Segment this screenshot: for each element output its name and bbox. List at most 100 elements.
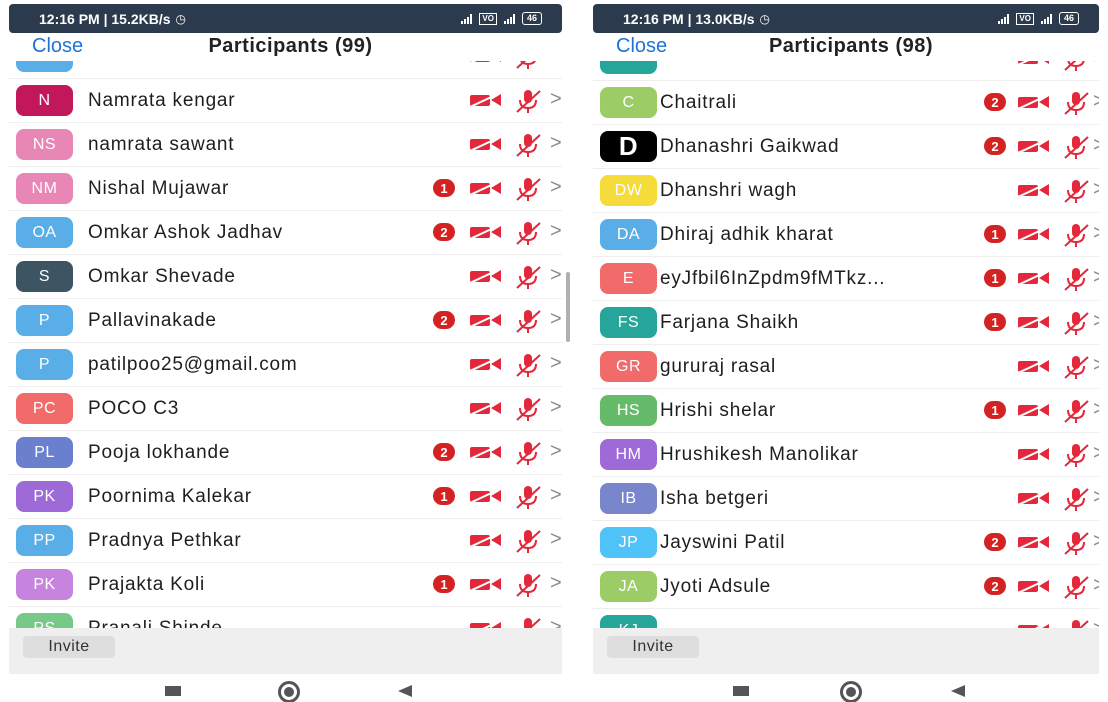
home-icon[interactable]: [840, 681, 862, 702]
participant-row[interactable]: PS Pranali Shinde >: [9, 607, 562, 628]
participant-row[interactable]: PL Pooja lokhande 2 >: [9, 431, 562, 475]
avatar: GR: [600, 351, 657, 382]
video-off-icon: [470, 620, 502, 628]
alarm-icon: ◷: [175, 11, 187, 26]
avatar: HM: [600, 439, 657, 470]
volte-icon: VO: [479, 12, 497, 25]
participant-row[interactable]: EeyJfbil6InZpdm9fMTkz... 1 >: [593, 257, 1099, 301]
participant-row[interactable]: S Omkar Shevade >: [9, 255, 562, 299]
chevron-right-icon[interactable]: >: [1093, 134, 1099, 157]
mic-muted-icon: [515, 440, 541, 466]
video-off-icon: [1017, 446, 1050, 462]
mic-muted-icon: [1063, 310, 1089, 336]
chevron-right-icon[interactable]: >: [1093, 486, 1099, 509]
chevron-right-icon[interactable]: >: [550, 484, 562, 507]
participant-row[interactable]: PK Prajakta Koli 1 >: [9, 563, 562, 607]
participant-row[interactable]: PP Pradnya Pethkar >: [9, 519, 562, 563]
chevron-right-icon[interactable]: >: [550, 220, 562, 243]
invite-button[interactable]: Invite: [607, 636, 699, 658]
participant-name: namrata sawant: [88, 134, 235, 155]
scrollbar[interactable]: [566, 272, 570, 342]
chevron-right-icon[interactable]: >: [550, 440, 562, 463]
recents-icon[interactable]: [165, 686, 181, 696]
chat-count-badge: 1: [984, 269, 1006, 287]
participant-row[interactable]: PK Poornima Kalekar 1 >: [9, 475, 562, 519]
participant-row[interactable]: PC POCO C3 >: [9, 387, 562, 431]
chevron-right-icon[interactable]: >: [1093, 574, 1099, 597]
video-off-icon: [1017, 578, 1050, 594]
chevron-right-icon[interactable]: >: [550, 572, 562, 595]
participant-row[interactable]: P Pallavinakade 2 >: [9, 299, 562, 343]
participant-row[interactable]: >: [9, 61, 562, 79]
footer: Invite: [593, 628, 1099, 674]
participant-row[interactable]: JA Jyoti Adsule 2 >: [593, 565, 1099, 609]
participant-row[interactable]: NM Nishal Mujawar 1 >: [9, 167, 562, 211]
status-bar: 12:16 PM | 15.2KB/s ◷ VO 46: [9, 4, 562, 33]
mic-muted-icon: [515, 572, 541, 598]
home-icon[interactable]: [278, 681, 300, 702]
chat-count-badge: 2: [984, 93, 1006, 111]
chevron-right-icon[interactable]: >: [1093, 266, 1099, 289]
avatar: [600, 61, 657, 74]
chevron-right-icon[interactable]: >: [550, 396, 562, 419]
chevron-right-icon[interactable]: >: [1093, 310, 1099, 333]
signal-4g-icon: [503, 13, 515, 24]
participant-row[interactable]: NS namrata sawant >: [9, 123, 562, 167]
chevron-right-icon[interactable]: >: [1093, 398, 1099, 421]
participant-row[interactable]: C Chaitrali 2 >: [593, 81, 1099, 125]
chevron-right-icon[interactable]: >: [1093, 354, 1099, 377]
participant-row[interactable]: D Dhanashri Gaikwad 2 >: [593, 125, 1099, 169]
video-off-icon: [1017, 270, 1050, 286]
participant-list[interactable]: > N Namrata kengar > NS namrata sawant > NM Nish…: [9, 61, 562, 628]
participant-row[interactable]: DW Dhanshri wagh >: [593, 169, 1099, 213]
avatar: NM: [16, 173, 73, 204]
participant-row[interactable]: Ppatilpoo25@gmail.com >: [9, 343, 562, 387]
participant-row[interactable]: IB Isha betgeri >: [593, 477, 1099, 521]
participant-row[interactable]: KJ >: [593, 609, 1099, 628]
participant-name: Dhanshri wagh: [660, 180, 798, 201]
chevron-right-icon[interactable]: >: [550, 61, 562, 67]
participant-row[interactable]: HS Hrishi shelar 1 >: [593, 389, 1099, 433]
header: Close Participants (98): [584, 33, 1108, 61]
page-title: Participants (99): [208, 35, 373, 57]
participant-row[interactable]: GR gururaj rasal >: [593, 345, 1099, 389]
participant-row[interactable]: N Namrata kengar >: [9, 79, 562, 123]
avatar: OA: [16, 217, 73, 248]
participant-list[interactable]: >CChaitrali2>DDhanashri Gaikwad2>DWDhans…: [593, 61, 1099, 628]
mic-muted-icon: [1063, 266, 1089, 292]
chevron-right-icon[interactable]: >: [550, 528, 562, 551]
alarm-icon: ◷: [759, 11, 771, 26]
chevron-right-icon[interactable]: >: [550, 308, 562, 331]
chevron-right-icon[interactable]: >: [550, 176, 562, 199]
chevron-right-icon[interactable]: >: [1093, 178, 1099, 201]
chevron-right-icon[interactable]: >: [550, 88, 562, 111]
chevron-right-icon[interactable]: >: [1093, 618, 1099, 628]
chevron-right-icon[interactable]: >: [550, 132, 562, 155]
chevron-right-icon[interactable]: >: [1093, 530, 1099, 553]
video-off-icon: [1017, 226, 1050, 242]
participant-row[interactable]: FS Farjana Shaikh 1 >: [593, 301, 1099, 345]
participant-name: Omkar Ashok Jadhav: [88, 222, 283, 243]
chevron-right-icon[interactable]: >: [1093, 222, 1099, 245]
invite-button[interactable]: Invite: [23, 636, 115, 658]
participant-row[interactable]: DA Dhiraj adhik kharat 1 >: [593, 213, 1099, 257]
participant-row[interactable]: HM Hrushikesh Manolikar >: [593, 433, 1099, 477]
participant-row[interactable]: JP Jayswini Patil 2 >: [593, 521, 1099, 565]
video-off-icon: [469, 136, 502, 152]
back-icon[interactable]: [951, 685, 965, 697]
chevron-right-icon[interactable]: >: [1093, 61, 1099, 69]
chevron-right-icon[interactable]: >: [550, 616, 562, 628]
chevron-right-icon[interactable]: >: [1093, 442, 1099, 465]
left-phone-screen: 12:16 PM | 15.2KB/s ◷ VO 46 Close Partic…: [0, 0, 571, 702]
participant-row[interactable]: >: [593, 61, 1099, 81]
chevron-right-icon[interactable]: >: [1093, 90, 1099, 113]
chevron-right-icon[interactable]: >: [550, 352, 562, 375]
chevron-right-icon[interactable]: >: [550, 264, 562, 287]
chat-count-badge: 1: [984, 313, 1006, 331]
participant-row[interactable]: OA Omkar Ashok Jadhav 2 >: [9, 211, 562, 255]
video-off-icon: [1017, 314, 1050, 330]
recents-icon[interactable]: [733, 686, 749, 696]
chat-count-badge: 1: [984, 225, 1006, 243]
back-icon[interactable]: [398, 685, 412, 697]
video-off-icon: [1017, 182, 1050, 198]
